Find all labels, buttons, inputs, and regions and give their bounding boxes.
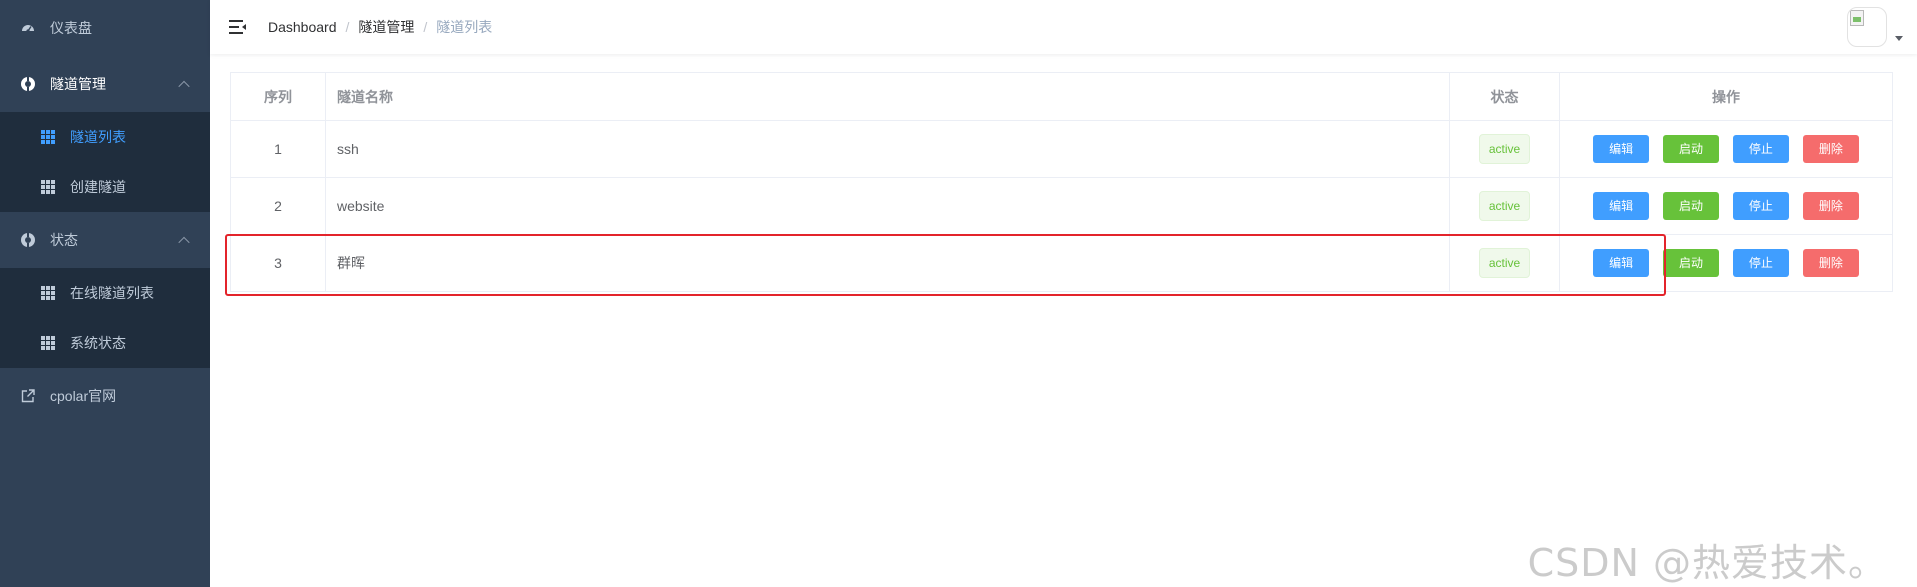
start-button[interactable]: 启动 <box>1663 192 1720 220</box>
column-header-ops: 操作 <box>1559 72 1893 121</box>
broken-image-icon <box>1850 10 1864 26</box>
start-button[interactable]: 启动 <box>1663 135 1720 163</box>
sidebar-item-cpolar-site[interactable]: cpolar官网 <box>0 368 210 424</box>
table-row: 2 website active 编辑 启动 停止 删除 <box>230 177 1893 235</box>
delete-button[interactable]: 删除 <box>1802 192 1859 220</box>
breadcrumb-separator: / <box>423 19 428 35</box>
breadcrumb: Dashboard / 隧道管理 / 隧道列表 <box>268 17 492 37</box>
external-link-icon <box>20 388 36 404</box>
breadcrumb-tunnel-management[interactable]: 隧道管理 <box>358 17 414 37</box>
sidebar-item-create-tunnel[interactable]: 创建隧道 <box>0 162 210 212</box>
table-icon <box>40 129 56 145</box>
stop-button[interactable]: 停止 <box>1732 249 1789 277</box>
table-row: 1 ssh active 编辑 启动 停止 删除 <box>230 120 1893 178</box>
tunnel-table: 序列 隧道名称 状态 操作 1 ssh active 编辑 启动 停止 删除 2… <box>230 72 1893 292</box>
row-tunnel-name: ssh <box>325 120 1450 178</box>
sidebar-item-label: 状态 <box>50 232 78 248</box>
table-icon <box>40 335 56 351</box>
start-button[interactable]: 启动 <box>1663 249 1720 277</box>
table-row: 3 群晖 active 编辑 启动 停止 删除 <box>230 234 1893 292</box>
table-icon <box>40 179 56 195</box>
watermark: CSDN @热爱技术。 <box>1527 541 1887 585</box>
lifebuoy-icon <box>20 232 36 248</box>
sidebar-item-label: 隧道列表 <box>70 129 126 145</box>
breadcrumb-separator: / <box>345 19 350 35</box>
sidebar: 仪表盘 隧道管理 隧道列表 创建隧道 状态 在线隧道列表 系统状态 cpolar… <box>0 0 210 587</box>
submenu-status: 在线隧道列表 系统状态 <box>0 268 210 368</box>
status-badge: active <box>1478 248 1531 278</box>
delete-button[interactable]: 删除 <box>1802 135 1859 163</box>
sidebar-item-label: 在线隧道列表 <box>70 285 154 301</box>
sidebar-item-tunnel-management[interactable]: 隧道管理 <box>0 56 210 112</box>
chevron-up-icon <box>178 236 190 249</box>
avatar[interactable] <box>1847 7 1887 47</box>
sidebar-item-label: 创建隧道 <box>70 179 126 195</box>
sidebar-item-system-status[interactable]: 系统状态 <box>0 318 210 368</box>
status-badge: active <box>1478 134 1531 164</box>
stop-button[interactable]: 停止 <box>1732 135 1789 163</box>
table-icon <box>40 285 56 301</box>
breadcrumb-tunnel-list: 隧道列表 <box>436 19 493 35</box>
lifebuoy-icon <box>20 76 36 92</box>
caret-down-icon[interactable] <box>1895 36 1903 41</box>
navbar: Dashboard / 隧道管理 / 隧道列表 <box>210 0 1917 54</box>
edit-button[interactable]: 编辑 <box>1593 192 1650 220</box>
column-header-name: 隧道名称 <box>325 72 1450 121</box>
sidebar-item-label: cpolar官网 <box>50 388 117 404</box>
hamburger-icon[interactable] <box>228 17 248 37</box>
row-tunnel-name: 群晖 <box>325 234 1450 292</box>
sidebar-item-label: 隧道管理 <box>50 76 106 92</box>
sidebar-item-status[interactable]: 状态 <box>0 212 210 268</box>
column-header-state: 状态 <box>1449 72 1560 121</box>
column-header-index: 序列 <box>230 72 326 121</box>
chevron-up-icon <box>178 80 190 93</box>
stop-button[interactable]: 停止 <box>1732 192 1789 220</box>
dashboard-icon <box>20 20 36 36</box>
row-tunnel-name: website <box>325 177 1450 235</box>
table-header-row: 序列 隧道名称 状态 操作 <box>230 72 1893 121</box>
status-badge: active <box>1478 191 1531 221</box>
row-index: 3 <box>230 234 326 292</box>
row-index: 1 <box>230 120 326 178</box>
edit-button[interactable]: 编辑 <box>1593 249 1650 277</box>
row-index: 2 <box>230 177 326 235</box>
sidebar-item-label: 系统状态 <box>70 335 126 351</box>
user-menu[interactable] <box>1847 7 1903 47</box>
sidebar-item-tunnel-list[interactable]: 隧道列表 <box>0 112 210 162</box>
breadcrumb-dashboard[interactable]: Dashboard <box>268 19 337 35</box>
edit-button[interactable]: 编辑 <box>1593 135 1650 163</box>
sidebar-item-online-tunnels[interactable]: 在线隧道列表 <box>0 268 210 318</box>
sidebar-item-label: 仪表盘 <box>50 20 92 36</box>
sidebar-item-dashboard[interactable]: 仪表盘 <box>0 0 210 56</box>
submenu-tunnel-management: 隧道列表 创建隧道 <box>0 112 210 212</box>
delete-button[interactable]: 删除 <box>1802 249 1859 277</box>
